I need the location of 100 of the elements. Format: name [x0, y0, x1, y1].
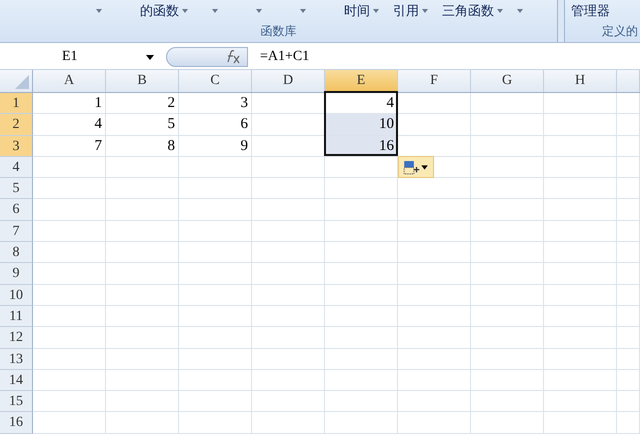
row-header[interactable]: 16 — [0, 412, 33, 434]
table-cell[interactable] — [471, 306, 544, 328]
row-header[interactable]: 10 — [0, 284, 33, 306]
table-cell[interactable] — [544, 93, 617, 114]
table-cell[interactable] — [544, 348, 617, 370]
table-cell[interactable] — [179, 412, 252, 434]
table-cell[interactable] — [617, 348, 640, 370]
table-cell[interactable]: 7 — [33, 136, 106, 157]
row-header[interactable]: 8 — [0, 242, 33, 264]
ribbon-dropdown-button[interactable]: 引用 — [389, 2, 432, 20]
table-cell[interactable] — [33, 391, 106, 412]
table-cell[interactable] — [325, 348, 398, 370]
table-cell[interactable] — [471, 263, 544, 285]
table-cell[interactable] — [106, 284, 179, 306]
table-cell[interactable] — [179, 178, 252, 200]
table-cell[interactable] — [33, 220, 106, 242]
table-cell[interactable] — [617, 136, 640, 157]
dropdown-arrow-icon[interactable] — [300, 9, 306, 13]
table-cell[interactable] — [398, 348, 471, 370]
table-cell[interactable] — [617, 178, 640, 200]
table-cell[interactable] — [252, 263, 325, 285]
column-header[interactable]: G — [471, 70, 544, 92]
table-cell[interactable] — [106, 348, 179, 370]
table-cell[interactable] — [471, 370, 544, 392]
row-header[interactable]: 2 — [0, 114, 33, 136]
table-cell[interactable] — [471, 391, 544, 412]
table-cell[interactable] — [252, 242, 325, 264]
table-cell[interactable] — [471, 348, 544, 370]
dropdown-arrow-icon[interactable] — [517, 9, 523, 13]
table-cell[interactable] — [471, 327, 544, 349]
table-cell[interactable]: 8 — [106, 136, 179, 157]
table-cell[interactable] — [252, 284, 325, 306]
table-cell[interactable] — [252, 220, 325, 242]
formula-input[interactable]: =A1+C1 — [248, 49, 310, 65]
table-cell[interactable] — [398, 284, 471, 306]
row-header[interactable]: 4 — [0, 156, 33, 178]
table-cell[interactable] — [252, 156, 325, 178]
column-header[interactable]: F — [398, 70, 471, 92]
table-cell[interactable] — [544, 156, 617, 178]
table-cell[interactable] — [325, 306, 398, 328]
table-cell[interactable] — [471, 136, 544, 157]
table-cell[interactable] — [471, 93, 544, 114]
row-header[interactable]: 9 — [0, 263, 33, 285]
table-cell[interactable] — [617, 263, 640, 285]
table-cell[interactable] — [398, 263, 471, 285]
table-cell[interactable] — [398, 199, 471, 221]
column-header[interactable]: C — [179, 70, 252, 92]
table-cell[interactable] — [325, 284, 398, 306]
table-cell[interactable] — [252, 306, 325, 328]
row-header[interactable]: 11 — [0, 306, 33, 328]
table-cell[interactable] — [179, 263, 252, 285]
table-cell[interactable] — [325, 327, 398, 349]
table-cell[interactable] — [179, 370, 252, 392]
table-cell[interactable] — [617, 156, 640, 178]
row-header[interactable]: 5 — [0, 178, 33, 200]
table-cell[interactable] — [398, 412, 471, 434]
table-cell[interactable] — [106, 391, 179, 412]
table-cell[interactable] — [617, 93, 640, 114]
table-cell[interactable] — [325, 412, 398, 434]
name-box[interactable]: E1 — [0, 49, 160, 65]
table-cell[interactable]: 5 — [106, 114, 179, 136]
row-header[interactable]: 7 — [0, 220, 33, 242]
table-cell[interactable] — [179, 284, 252, 306]
table-cell[interactable] — [106, 306, 179, 328]
table-cell[interactable] — [179, 156, 252, 178]
table-cell[interactable] — [179, 220, 252, 242]
table-cell[interactable] — [325, 199, 398, 221]
table-cell[interactable] — [398, 306, 471, 328]
table-cell[interactable] — [33, 199, 106, 221]
dropdown-arrow-icon[interactable] — [256, 9, 262, 13]
row-header[interactable]: 12 — [0, 327, 33, 349]
table-cell[interactable] — [544, 220, 617, 242]
table-cell[interactable] — [544, 306, 617, 328]
table-cell[interactable] — [325, 242, 398, 264]
table-cell[interactable] — [179, 242, 252, 264]
table-cell[interactable] — [179, 306, 252, 328]
table-cell[interactable] — [398, 370, 471, 392]
table-cell[interactable] — [33, 306, 106, 328]
table-cell[interactable] — [471, 178, 544, 200]
table-cell[interactable] — [544, 178, 617, 200]
table-cell[interactable] — [33, 327, 106, 349]
row-header[interactable]: 15 — [0, 391, 33, 412]
table-cell[interactable] — [179, 391, 252, 412]
table-cell[interactable] — [544, 199, 617, 221]
table-cell[interactable] — [471, 220, 544, 242]
table-cell[interactable] — [33, 412, 106, 434]
table-cell[interactable] — [252, 178, 325, 200]
table-cell[interactable] — [252, 348, 325, 370]
insert-function-button[interactable] — [166, 47, 248, 67]
table-cell[interactable] — [617, 391, 640, 412]
table-cell[interactable] — [544, 136, 617, 157]
table-cell[interactable] — [398, 391, 471, 412]
table-cell[interactable] — [325, 391, 398, 412]
table-cell[interactable] — [252, 370, 325, 392]
table-cell[interactable] — [471, 114, 544, 136]
table-cell[interactable] — [33, 156, 106, 178]
table-cell[interactable] — [398, 114, 471, 136]
table-cell[interactable] — [544, 327, 617, 349]
row-header[interactable]: 1 — [0, 93, 33, 114]
table-cell[interactable] — [106, 220, 179, 242]
